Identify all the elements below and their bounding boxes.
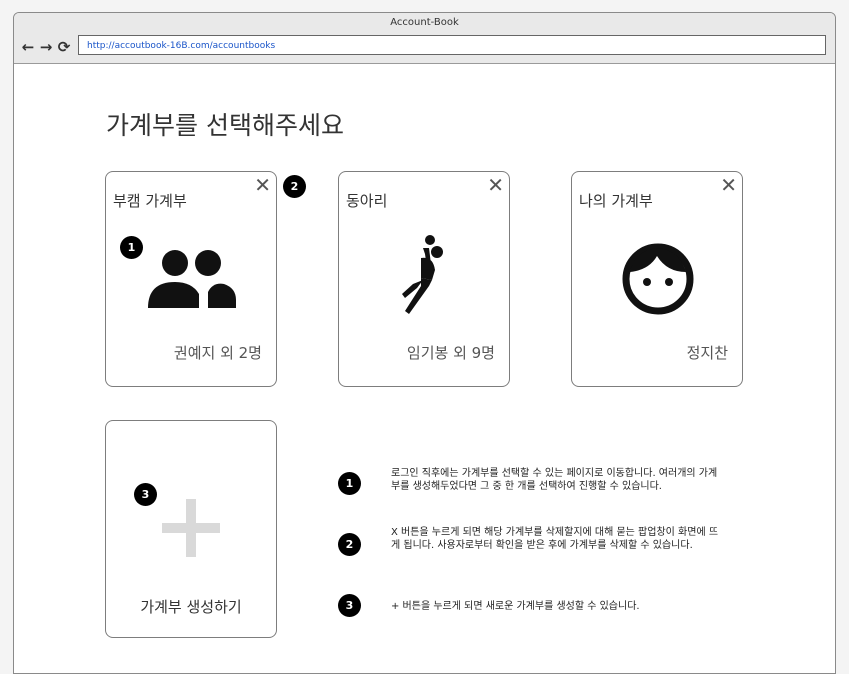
plus-icon[interactable] — [162, 499, 220, 557]
annotation-badge: 3 — [134, 483, 157, 506]
close-icon[interactable]: ✕ — [720, 175, 737, 195]
browser-titlebar: Account-Book ← → ⟳ http://accoutbook-16B… — [14, 13, 835, 64]
account-book-card[interactable]: 부캠 가계부 ✕ 권예지 외 2명 — [105, 171, 277, 387]
card-title: 나의 가계부 — [579, 192, 653, 210]
member-summary: 임기봉 외 9명 — [406, 344, 495, 362]
reload-icon[interactable]: ⟳ — [56, 39, 72, 55]
back-icon[interactable]: ← — [20, 39, 36, 55]
browser-window: Account-Book ← → ⟳ http://accoutbook-16B… — [13, 12, 836, 674]
note-text: + 버튼을 누르게 되면 새로운 가계부를 생성할 수 있습니다. — [391, 601, 640, 612]
note-text: 로그인 직후에는 가계부를 선택할 수 있는 페이지로 이동합니다. 여러개의 … — [391, 468, 718, 492]
annotation-badge: 2 — [283, 175, 306, 198]
window-title: Account-Book — [390, 17, 459, 28]
card-title: 동아리 — [346, 192, 388, 210]
card-title: 부캠 가계부 — [113, 192, 187, 210]
face-icon — [622, 243, 694, 315]
member-summary: 정지찬 — [686, 344, 728, 362]
forward-icon[interactable]: → — [38, 39, 54, 55]
close-icon[interactable]: ✕ — [254, 175, 271, 195]
note-badge: 1 — [338, 472, 361, 495]
page-title: 가계부를 선택해주세요 — [106, 111, 344, 140]
create-account-book-card[interactable]: 가계부 생성하기 — [105, 420, 277, 638]
annotation-badge: 1 — [120, 236, 143, 259]
note-badge: 2 — [338, 533, 361, 556]
note-badge: 3 — [338, 594, 361, 617]
handball-icon — [402, 235, 443, 314]
account-book-card[interactable]: 나의 가계부 ✕ 정지찬 — [571, 171, 743, 387]
browser-nav: ← → ⟳ — [20, 39, 72, 55]
group-icon — [148, 250, 236, 308]
address-bar[interactable]: http://accoutbook-16B.com/accountbooks — [78, 35, 826, 55]
close-icon[interactable]: ✕ — [487, 175, 504, 195]
create-card-label: 가계부 생성하기 — [140, 598, 242, 616]
member-summary: 권예지 외 2명 — [173, 344, 262, 362]
page-content: 가계부를 선택해주세요 부캠 가계부 ✕ 권예지 외 2명 동아리 ✕ 임기봉 … — [14, 64, 835, 673]
account-book-card[interactable]: 동아리 ✕ 임기봉 외 9명 — [338, 171, 510, 387]
note-text: X 버튼을 누르게 되면 해당 가계부를 삭제할지에 대해 묻는 팝업창이 화면… — [391, 527, 719, 551]
